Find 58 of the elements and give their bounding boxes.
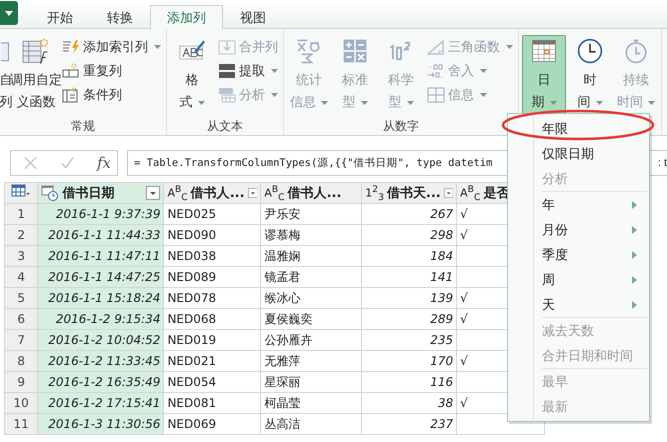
group-label: 常规 (70, 118, 96, 135)
table-cell: 2016-1-2 11:33:45 (38, 350, 164, 372)
table-cell: 289 (362, 308, 457, 330)
row-number: 5 (4, 288, 38, 308)
group-label: 从文本 (206, 118, 244, 135)
table-cell: NED021 (164, 350, 261, 372)
row-number: 3 (4, 246, 38, 266)
row-number: 1 (4, 204, 38, 224)
table-cell: 公孙雁卉 (260, 330, 362, 350)
table-cell: 2016-1-2 17:15:41 (38, 392, 164, 414)
row-number: 11 (4, 414, 38, 434)
table-cell: 谬慕梅 (260, 224, 362, 246)
table-cell: 139 (362, 288, 457, 308)
table-cell: 温雅娴 (260, 246, 362, 266)
group-label: 从数字 (382, 118, 420, 135)
row-number: 9 (4, 372, 38, 392)
table-cell: 2016-1-2 10:04:52 (38, 330, 164, 350)
table-cell: 2016-1-1 14:47:25 (38, 266, 164, 288)
table-cell: 2016-1-3 11:30:56 (38, 414, 164, 434)
table-cell: NED069 (164, 414, 261, 434)
row-number: 8 (4, 350, 38, 372)
table-cell: 星琛丽 (260, 372, 362, 392)
row-number: 7 (4, 330, 38, 350)
table-cell: NED078 (164, 288, 261, 308)
table-cell: 2016-1-1 9:37:39 (38, 204, 164, 224)
table-cell: 38 (362, 392, 457, 414)
table-cell: NED038 (164, 246, 261, 266)
table-cell: 298 (362, 224, 457, 246)
table-cell: 141 (362, 266, 457, 288)
table-cell: NED025 (164, 204, 261, 224)
table-cell: 尹乐安 (260, 204, 362, 224)
table-cell: NED054 (164, 372, 261, 392)
table-cell: 2016-1-1 11:44:33 (38, 224, 164, 246)
table-cell: 缑冰心 (260, 288, 362, 308)
table-cell: 2016-1-1 15:18:24 (38, 288, 164, 308)
table-cell: 2016-1-2 16:35:49 (38, 372, 164, 392)
table-cell: NED089 (164, 266, 261, 288)
table-cell: NED019 (164, 330, 261, 350)
row-number: 10 (4, 392, 38, 414)
table-cell: 2016-1-1 11:47:11 (38, 246, 164, 266)
row-number: 2 (4, 224, 38, 246)
table-cell: 2016-1-2 9:15:34 (38, 308, 164, 330)
row-number: 4 (4, 266, 38, 288)
table-cell: NED068 (164, 308, 261, 330)
row-number: 6 (4, 308, 38, 330)
table-cell: NED081 (164, 392, 261, 414)
table-cell: 镜孟君 (260, 266, 362, 288)
table-cell: 184 (362, 246, 457, 266)
table-cell: 170 (362, 350, 457, 372)
table-cell: 夏侯巍奕 (260, 308, 362, 330)
table-cell: NED090 (164, 224, 261, 246)
table-cell: 丛高洁 (260, 414, 362, 434)
table-cell: 无雅萍 (260, 350, 362, 372)
table-cell: 237 (362, 414, 457, 434)
table-cell: 柯晶莹 (260, 392, 362, 414)
table-cell: 116 (362, 372, 457, 392)
table-cell: 267 (362, 204, 457, 224)
table-cell: 235 (362, 330, 457, 350)
